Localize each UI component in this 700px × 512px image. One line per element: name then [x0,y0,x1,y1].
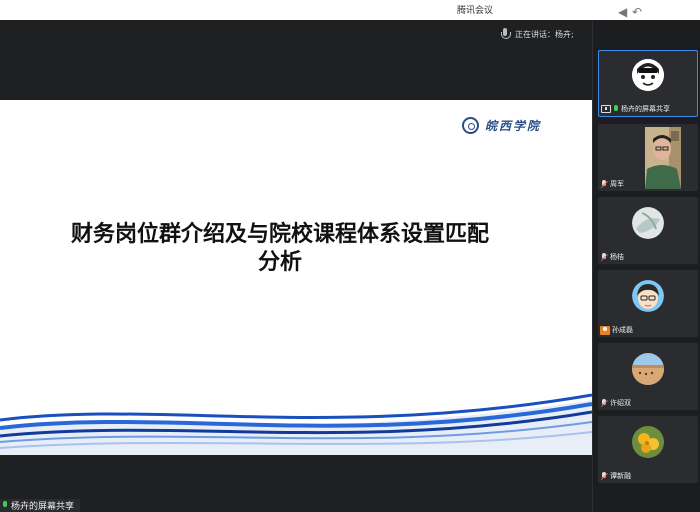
photo-avatar-icon [632,207,664,239]
participant-tile[interactable]: 谭新融 [598,416,698,483]
arrow-left-icon[interactable]: ◀ [618,5,630,19]
speaking-text: 正在讲话：杨卉; [515,29,574,39]
presentation-slide: 皖西学院 财务岗位群介绍及与院校课程体系设置匹配 分析 [0,100,592,455]
beach-photo-avatar-icon [632,353,664,385]
microphone-icon [500,28,511,40]
participant-name-bar: 孙成磊 [600,325,633,335]
flower-avatar-icon [632,426,664,458]
speaking-mic-icon [613,104,619,114]
mic-muted-icon [600,179,608,189]
participant-name: 周军 [610,180,624,188]
participant-tile[interactable]: 孙成磊 [598,270,698,337]
mic-muted-icon [600,471,608,481]
slide-title: 财务岗位群介绍及与院校课程体系设置匹配 分析 [20,221,540,277]
arrow-back-icon[interactable]: ↶ [632,5,644,19]
school-seal-icon [462,117,479,134]
slide-title-line2: 分析 [257,250,302,275]
participant-name-bar: 杨卉的屏幕共享 [601,104,670,114]
participant-name-bar: 谭新融 [600,471,631,481]
toolbar-arrows: ◀ ↶ [618,5,644,19]
slide-wave-decoration [0,393,592,455]
participant-name-bar: 许绍双 [600,398,631,408]
speaking-mic-icon [2,501,8,510]
participant-name: 谭新融 [610,472,631,480]
participant-tile[interactable]: 杨桔 [598,197,698,264]
participant-name: 孙成磊 [612,326,633,334]
participant-tile[interactable]: 杨卉的屏幕共享 [598,50,698,117]
participant-tile[interactable]: 许绍双 [598,343,698,410]
window-title: 腾讯会议 [456,6,493,16]
participant-list: 杨卉的屏幕共享 周军 杨桔 孙成磊 许绍双 谭新融 [592,20,700,512]
participant-tile[interactable]: 周军 [598,124,698,191]
screen-share-label-text: 杨卉的屏幕共享 [11,502,75,512]
participant-name: 许绍双 [610,399,631,407]
participant-name-bar: 杨桔 [600,252,624,262]
cartoon-avatar-icon [632,59,664,91]
slide-title-line1: 财务岗位群介绍及与院校课程体系设置匹配 [70,222,489,247]
participant-name: 杨桔 [610,253,624,261]
no-audio-icon [600,325,610,335]
school-logo: 皖西学院 [462,117,541,134]
screen-share-icon [601,105,611,113]
participant-name: 杨卉的屏幕共享 [621,105,670,113]
cartoon-boy-avatar-icon [632,280,664,312]
shared-screen-area: 正在讲话：杨卉; 皖西学院 财务岗位群介绍及与院校课程体系设置匹配 分析 [0,20,592,512]
screen-share-label: 杨卉的屏幕共享 [0,499,81,512]
school-logo-text: 皖西学院 [485,119,542,133]
video-feed [645,127,681,189]
mic-muted-icon [600,252,608,262]
speaking-indicator: 正在讲话：杨卉; [500,26,574,42]
title-bar: 腾讯会议 [0,0,700,20]
mic-muted-icon [600,398,608,408]
participant-name-bar: 周军 [600,179,624,189]
